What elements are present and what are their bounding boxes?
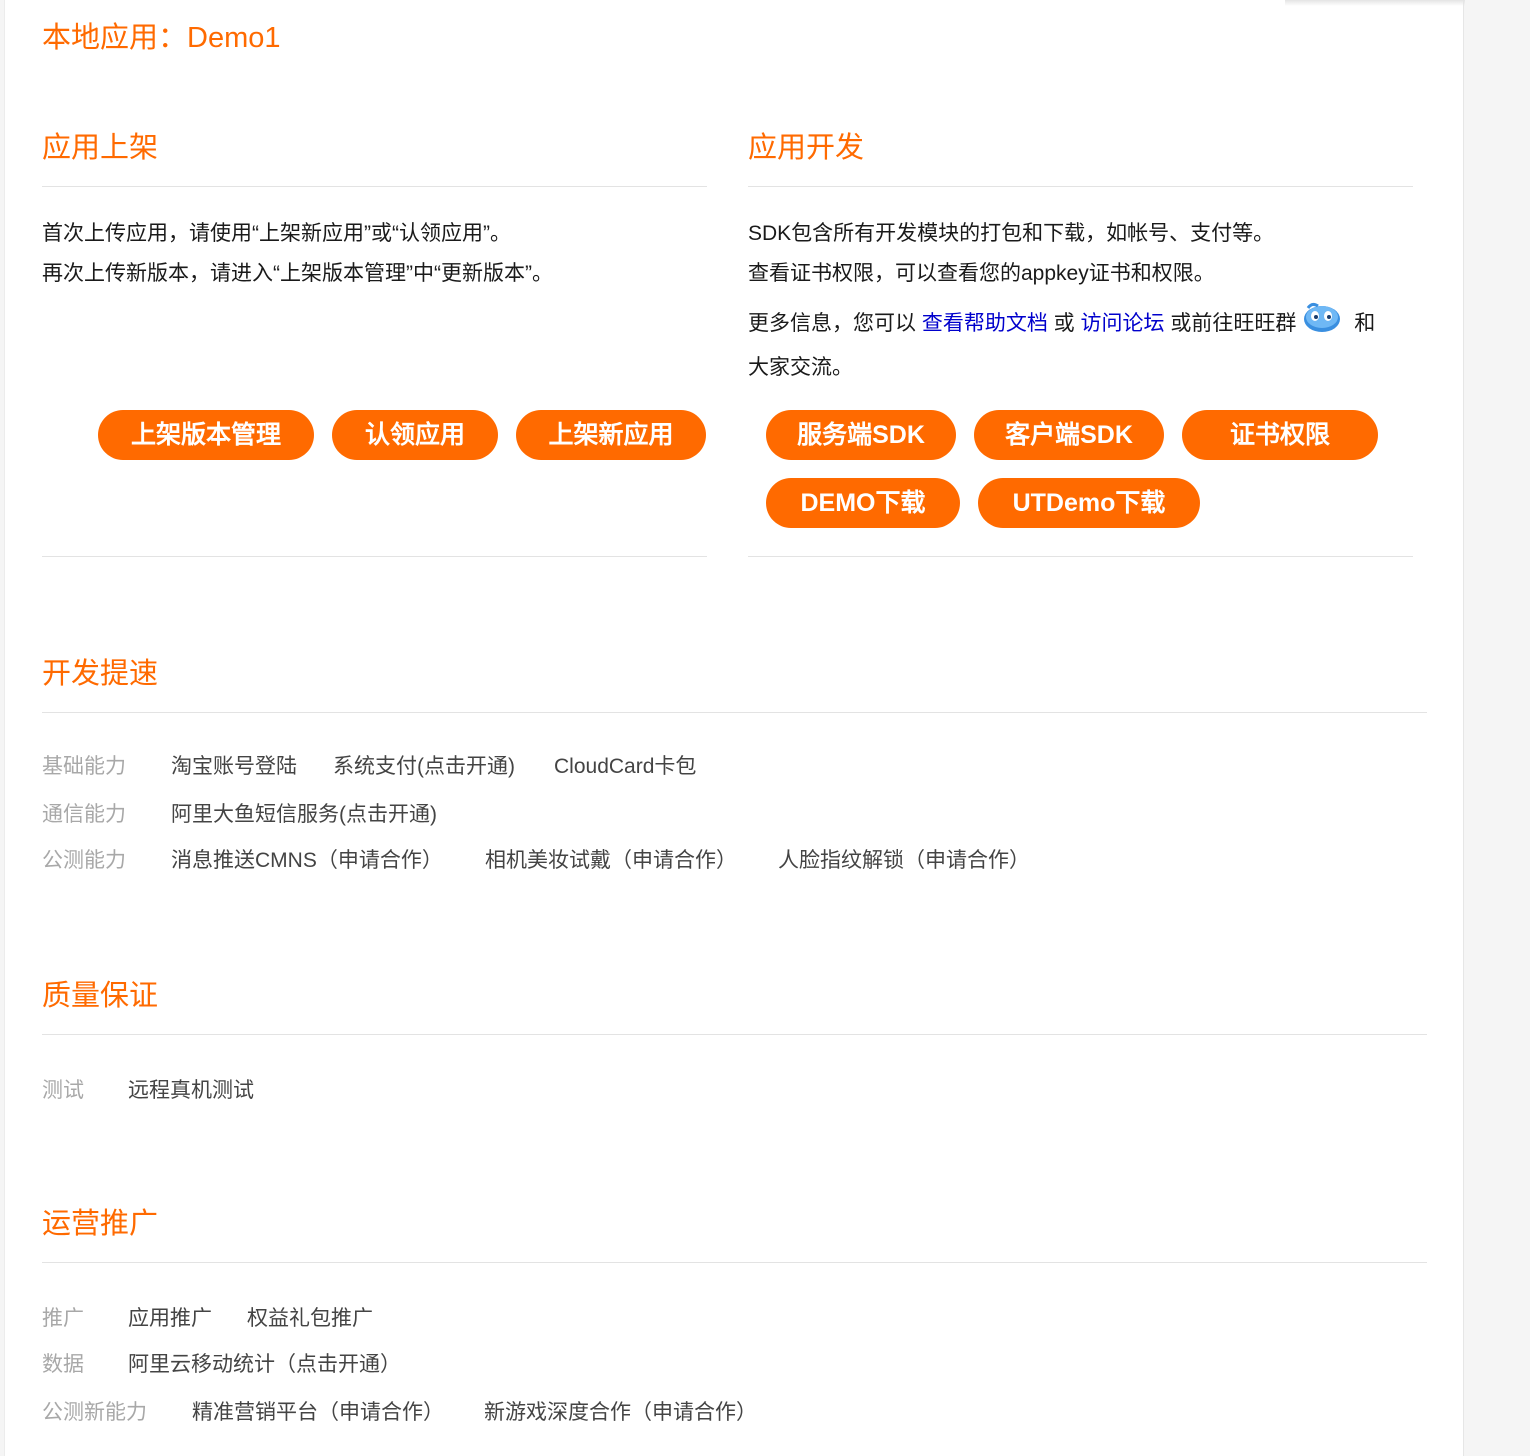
divider [748,556,1413,557]
taobao-login-link[interactable]: 淘宝账号登陆 [171,750,297,780]
develop-line: SDK包含所有开发模块的打包和下载，如帐号、支付等。 [748,222,1275,245]
divider [42,556,707,557]
demo-download-button[interactable]: DEMO下载 [766,478,960,528]
develop-line: 大家交流。 [748,356,853,379]
capability-label: 推广 [42,1307,84,1330]
listing-line: 再次上传新版本，请进入“上架版本管理”中“更新版本”。 [42,262,553,285]
claim-app-button[interactable]: 认领应用 [332,410,498,460]
push-cmns-link[interactable]: 消息推送CMNS（申请合作） [171,844,443,874]
capability-label: 基础能力 [42,755,126,778]
forum-link[interactable]: 访问论坛 [1081,312,1165,335]
develop-description: SDK包含所有开发模块的打包和下载，如帐号、支付等。 查看证书权限，可以查看您的… [748,214,1408,388]
or-text: 或 [1047,312,1081,335]
wangwang-text: 或前往旺旺群 [1164,312,1297,335]
divider [42,712,1427,713]
version-management-button[interactable]: 上架版本管理 [98,410,314,460]
utdemo-download-button[interactable]: UTDemo下载 [978,478,1200,528]
help-docs-link[interactable]: 查看帮助文档 [922,312,1048,335]
develop-line: 查看证书权限，可以查看您的appkey证书和权限。 [748,262,1215,285]
new-app-button[interactable]: 上架新应用 [516,410,706,460]
precision-marketing-link[interactable]: 精准营销平台（申请合作） [192,1396,444,1426]
aliyun-analytics-link[interactable]: 阿里云移动统计（点击开通） [128,1348,401,1378]
top-shadow [1285,0,1465,6]
and-text: 和 [1348,312,1376,335]
benefit-package-link[interactable]: 权益礼包推广 [247,1302,373,1332]
section-title-operations: 运营推广 [42,1208,159,1240]
system-payment-link[interactable]: 系统支付(点击开通) [333,750,515,780]
app-title: 本地应用：Demo1 [42,22,281,54]
capability-label: 公测新能力 [42,1401,147,1424]
listing-line: 首次上传应用，请使用“上架新应用”或“认领应用”。 [42,222,511,245]
divider [42,1262,1427,1263]
capability-label: 通信能力 [42,803,126,826]
divider [42,186,707,187]
capability-label: 数据 [42,1353,84,1376]
camera-makeup-link[interactable]: 相机美妆试戴（申请合作） [485,844,737,874]
divider [748,186,1413,187]
listing-description: 首次上传应用，请使用“上架新应用”或“认领应用”。 再次上传新版本，请进入“上架… [42,214,707,294]
capability-label: 公测能力 [42,849,126,872]
divider [42,1034,1427,1035]
remote-device-test-link[interactable]: 远程真机测试 [128,1074,254,1104]
capability-label: 测试 [42,1079,84,1102]
app-overview-page: 本地应用：Demo1 应用上架 首次上传应用，请使用“上架新应用”或“认领应用”… [4,0,1465,1456]
new-game-cooperation-link[interactable]: 新游戏深度合作（申请合作） [484,1396,757,1426]
section-title-quality: 质量保证 [42,980,159,1012]
alidayu-sms-link[interactable]: 阿里大鱼短信服务(点击开通) [171,798,437,828]
face-fingerprint-link[interactable]: 人脸指纹解锁（申请合作） [778,844,1030,874]
more-prefix: 更多信息，您可以 [748,312,922,335]
certificate-permission-button[interactable]: 证书权限 [1182,410,1378,460]
cloudcard-link[interactable]: CloudCard卡包 [554,750,696,780]
app-promotion-link[interactable]: 应用推广 [128,1302,212,1332]
section-title-develop: 应用开发 [748,132,865,164]
section-title-listing: 应用上架 [42,132,159,164]
develop-more-line: 更多信息，您可以 查看帮助文档 或 访问论坛 或前往旺旺群 和 [748,302,1408,348]
client-sdk-button[interactable]: 客户端SDK [974,410,1164,460]
section-title-speedup: 开发提速 [42,658,159,690]
server-sdk-button[interactable]: 服务端SDK [766,410,956,460]
wangwang-chat-icon[interactable] [1302,302,1342,348]
